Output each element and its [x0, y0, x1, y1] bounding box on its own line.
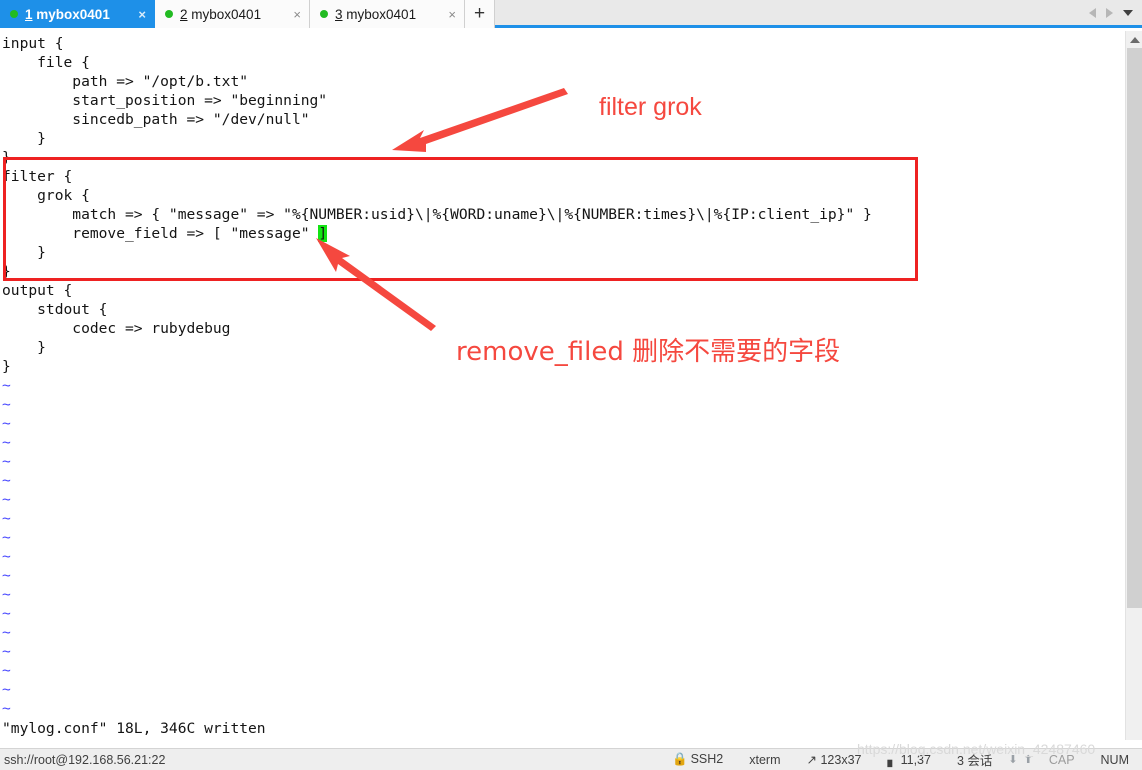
session-count: 3 会话: [956, 754, 993, 768]
cursor-pos-icon: ▖: [887, 753, 898, 767]
tab-index: 3: [335, 6, 343, 22]
triangle-left-icon[interactable]: [1089, 7, 1096, 18]
tab-label: 3 mybox0401: [335, 7, 416, 22]
vertical-scrollbar[interactable]: [1125, 31, 1142, 740]
status-bar: ssh://root@192.168.56.21:22 🔒 SSH2 xterm …: [0, 748, 1142, 770]
close-icon[interactable]: ×: [124, 8, 146, 21]
triangle-right-icon[interactable]: [1106, 7, 1113, 18]
tab-label: 1 mybox0401: [25, 7, 110, 22]
tab-name: mybox0401: [36, 6, 110, 22]
vim-empty-line-marker: ~: [2, 624, 11, 641]
vim-empty-line-marker: ~: [2, 662, 11, 679]
code-line-2: file {: [2, 54, 90, 71]
code-line-9: grok {: [2, 187, 90, 204]
num-lock-indicator: NUM: [1100, 752, 1129, 767]
code-line-12: }: [2, 244, 46, 261]
tab-3-mybox0401[interactable]: 3 mybox0401 ×: [310, 0, 465, 28]
new-tab-button[interactable]: +: [465, 0, 495, 28]
code-line-13: }: [2, 263, 11, 280]
code-line-6: }: [2, 130, 46, 147]
code-line-11: remove_field => [ "message" ]: [2, 224, 328, 243]
code-line-17: }: [2, 339, 46, 356]
code-line-14: output {: [2, 282, 73, 299]
annotation-filter-grok: filter grok: [599, 93, 702, 121]
code-line-8: filter {: [2, 168, 73, 185]
caps-lock-indicator: CAP: [1048, 752, 1075, 767]
cursor-position: ▖ 11,37: [874, 752, 943, 767]
terminal-type: xterm: [749, 752, 781, 767]
vim-empty-line-marker: ~: [2, 605, 11, 622]
code-line-7: }: [2, 149, 11, 166]
close-icon[interactable]: ×: [434, 8, 456, 21]
securecrt-window: 1 mybox0401 × 2 mybox0401 × 3 mybox0401 …: [0, 0, 1142, 770]
vim-empty-line-marker: ~: [2, 586, 11, 603]
vim-empty-line-marker: ~: [2, 377, 11, 394]
green-dot-icon: [165, 10, 173, 18]
protocol-indicator: 🔒 SSH2: [659, 752, 736, 767]
code-line-11-text: remove_field => [ "message": [2, 225, 319, 242]
terminal-screen[interactable]: input { file { path => "/opt/b.txt" star…: [0, 31, 1125, 740]
tab-index: 2: [180, 6, 188, 22]
chevron-up-icon: [1129, 36, 1140, 43]
green-dot-icon: [10, 10, 18, 18]
code-line-16: codec => rubydebug: [2, 320, 231, 337]
code-line-4: start_position => "beginning": [2, 92, 328, 109]
tab-index: 1: [25, 6, 33, 22]
tab-label: 2 mybox0401: [180, 7, 261, 22]
vim-empty-line-marker: ~: [2, 472, 11, 489]
code-line-15: stdout {: [2, 301, 108, 318]
code-line-10: match => { "message" => "%{NUMBER:usid}\…: [2, 206, 872, 223]
code-line-3: path => "/opt/b.txt": [2, 73, 249, 90]
code-line-5: sincedb_path => "/dev/null": [2, 111, 310, 128]
vim-empty-line-marker: ~: [2, 529, 11, 546]
tab-bar-spacer: [495, 0, 1083, 25]
cursor-position-label: 11,37: [900, 753, 931, 767]
close-icon[interactable]: ×: [279, 8, 301, 21]
vim-empty-line-marker: ~: [2, 548, 11, 565]
chevron-down-icon[interactable]: [1123, 9, 1133, 16]
vim-empty-line-marker: ~: [2, 510, 11, 527]
tab-1-mybox0401[interactable]: 1 mybox0401 ×: [0, 0, 155, 28]
protocol-label: SSH2: [690, 752, 724, 766]
vim-empty-line-marker: ~: [2, 681, 11, 698]
text-cursor: ]: [318, 225, 328, 242]
vim-empty-line-marker: ~: [2, 700, 11, 717]
tab-name: mybox0401: [191, 6, 262, 22]
vim-status-message: "mylog.conf" 18L, 346C written: [2, 720, 266, 737]
vim-empty-line-marker: ~: [2, 491, 11, 508]
annotation-remove-filed: remove_filed 删除不需要的字段: [456, 337, 841, 367]
vim-empty-line-marker: ~: [2, 415, 11, 432]
code-line-18: }: [2, 358, 11, 375]
tab-name: mybox0401: [346, 6, 417, 22]
vim-empty-line-marker: ~: [2, 396, 11, 413]
code-line-1: input {: [2, 35, 64, 52]
arrow-up-icon: ⬇︎: [1008, 754, 1018, 766]
tab-bar: 1 mybox0401 × 2 mybox0401 × 3 mybox0401 …: [0, 0, 1142, 28]
lock-icon: 🔒: [672, 752, 688, 766]
vim-empty-line-marker: ~: [2, 567, 11, 584]
terminal-size-label: 123x37: [820, 753, 862, 767]
green-dot-icon: [320, 10, 328, 18]
resize-icon: ↗︎: [806, 753, 817, 767]
scrollbar-thumb[interactable]: [1127, 48, 1142, 608]
connection-info: ssh://root@192.168.56.21:22: [4, 752, 166, 767]
terminal-size: ↗︎ 123x37: [794, 752, 875, 767]
scroll-up-button[interactable]: [1126, 31, 1142, 48]
tab-bar-controls: [1083, 0, 1142, 25]
arrow-down-icon: ⬆︎: [1023, 754, 1033, 766]
vim-empty-line-marker: ~: [2, 434, 11, 451]
vim-empty-line-marker: ~: [2, 643, 11, 660]
vim-empty-line-marker: ~: [2, 453, 11, 470]
tab-2-mybox0401[interactable]: 2 mybox0401 ×: [155, 0, 310, 28]
